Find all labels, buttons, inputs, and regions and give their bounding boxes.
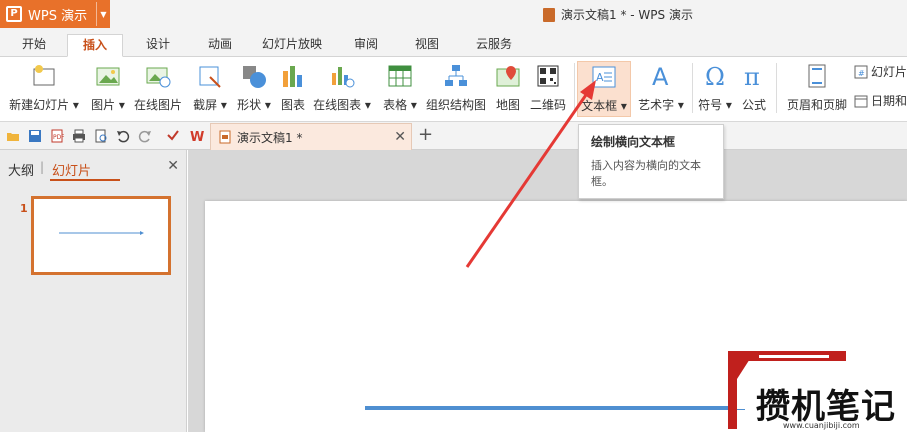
watermark-url: www.cuanjibiji.com xyxy=(783,421,860,430)
watermark: 攒机笔记 www.cuanjibiji.com xyxy=(725,349,907,432)
